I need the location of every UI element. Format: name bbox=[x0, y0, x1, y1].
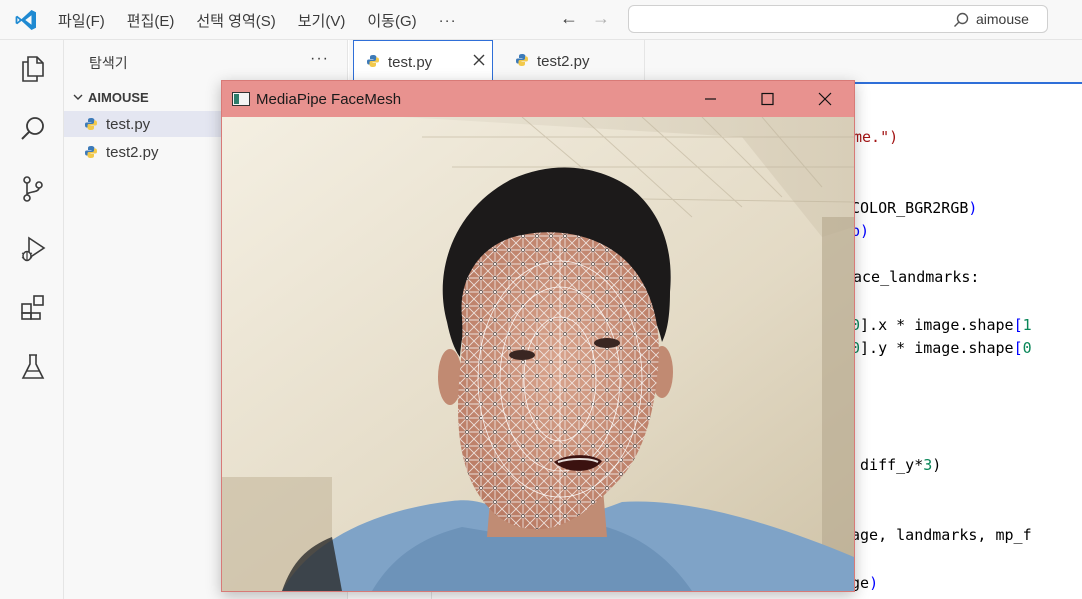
code-token: COLOR_BGR2RGB bbox=[851, 199, 969, 217]
close-icon bbox=[818, 92, 832, 106]
tab-test2-py[interactable]: test2.py bbox=[497, 40, 645, 83]
camera-frame bbox=[222, 117, 854, 591]
code-token: 1 bbox=[1022, 316, 1032, 334]
folder-name: AIMOUSE bbox=[88, 90, 149, 105]
code-line: age, landmarks, mp_f bbox=[851, 526, 1032, 544]
python-file-icon bbox=[367, 55, 379, 67]
close-icon[interactable] bbox=[472, 53, 486, 67]
code-token: [ bbox=[1013, 339, 1023, 357]
chevron-down-icon bbox=[73, 94, 83, 100]
code-line: me.") bbox=[853, 128, 898, 146]
code-token: ace_landmarks: bbox=[853, 268, 980, 286]
code-token: 3 bbox=[923, 456, 933, 474]
tab-label: test2.py bbox=[537, 53, 590, 70]
tab-test-py[interactable]: test.py bbox=[353, 40, 493, 83]
mediapipe-title-bar[interactable]: MediaPipe FaceMesh bbox=[222, 81, 854, 117]
menu-selection[interactable]: 선택 영역(S) bbox=[196, 10, 275, 31]
mediapipe-window-title: MediaPipe FaceMesh bbox=[256, 91, 402, 108]
code-token: me.") bbox=[853, 128, 899, 146]
code-token: 0 bbox=[1022, 339, 1032, 357]
maximize-icon bbox=[761, 92, 774, 106]
command-center-text: aimouse bbox=[976, 11, 1029, 27]
explorer-files-icon[interactable] bbox=[18, 54, 48, 84]
forward-arrow-icon[interactable]: → bbox=[592, 8, 610, 29]
python-file-icon bbox=[85, 146, 97, 158]
search-icon[interactable] bbox=[18, 114, 48, 144]
code-line: diff_y*3) bbox=[851, 456, 941, 474]
code-token: ) bbox=[869, 574, 879, 592]
code-token: ].y * image.shape bbox=[860, 339, 1014, 357]
title-bar: 파일(F) 편집(E) 선택 영역(S) 보기(V) 이동(G) ··· ← →… bbox=[0, 0, 1082, 40]
back-arrow-icon[interactable]: ← bbox=[560, 8, 578, 29]
editor-tabs: test.py test2.py bbox=[349, 40, 1082, 83]
window-app-icon bbox=[232, 92, 250, 106]
python-file-icon bbox=[85, 118, 97, 130]
menu-file[interactable]: 파일(F) bbox=[58, 10, 105, 31]
menu-go[interactable]: 이동(G) bbox=[367, 10, 416, 31]
webcam-image bbox=[222, 117, 854, 591]
menu-more-button[interactable]: ··· bbox=[439, 12, 457, 29]
maximize-button[interactable] bbox=[744, 85, 790, 113]
explorer-more-button[interactable]: ··· bbox=[310, 50, 329, 68]
code-token: ].x * image.shape bbox=[860, 316, 1014, 334]
code-line: ge) bbox=[851, 574, 878, 592]
mediapipe-window[interactable]: MediaPipe FaceMesh bbox=[221, 80, 855, 592]
testing-flask-icon[interactable] bbox=[18, 352, 48, 382]
explorer-title: 탐색기 bbox=[89, 55, 128, 71]
code-token: [ bbox=[1013, 316, 1023, 334]
code-line: ace_landmarks: bbox=[853, 268, 979, 286]
tab-label: test.py bbox=[388, 54, 433, 71]
minimize-button[interactable] bbox=[687, 85, 733, 113]
code-line: COLOR_BGR2RGB) bbox=[851, 199, 977, 217]
file-name: test2.py bbox=[106, 144, 159, 161]
code-line: 0].y * image.shape[0 bbox=[851, 339, 1032, 357]
search-icon bbox=[954, 12, 969, 27]
source-control-icon[interactable] bbox=[18, 174, 48, 204]
window-close-button[interactable] bbox=[802, 85, 848, 113]
run-debug-icon[interactable] bbox=[18, 234, 48, 264]
extensions-icon[interactable] bbox=[18, 292, 48, 322]
command-center-search[interactable]: aimouse bbox=[628, 5, 1048, 33]
menu-edit[interactable]: 편집(E) bbox=[127, 10, 175, 31]
python-file-icon bbox=[516, 54, 528, 66]
code-token: ) bbox=[968, 199, 978, 217]
file-name: test.py bbox=[106, 116, 151, 133]
vscode-logo-icon[interactable] bbox=[14, 8, 38, 32]
minimize-icon bbox=[705, 98, 716, 100]
menu-bar: 파일(F) 편집(E) 선택 영역(S) 보기(V) 이동(G) ··· bbox=[58, 0, 457, 40]
code-line: 0].x * image.shape[1 bbox=[851, 316, 1032, 334]
code-token: ) bbox=[932, 456, 942, 474]
code-token: age, landmarks, mp_f bbox=[851, 526, 1032, 544]
activity-bar bbox=[0, 40, 64, 599]
code-token: diff_y* bbox=[851, 456, 924, 474]
menu-view[interactable]: 보기(V) bbox=[298, 10, 346, 31]
